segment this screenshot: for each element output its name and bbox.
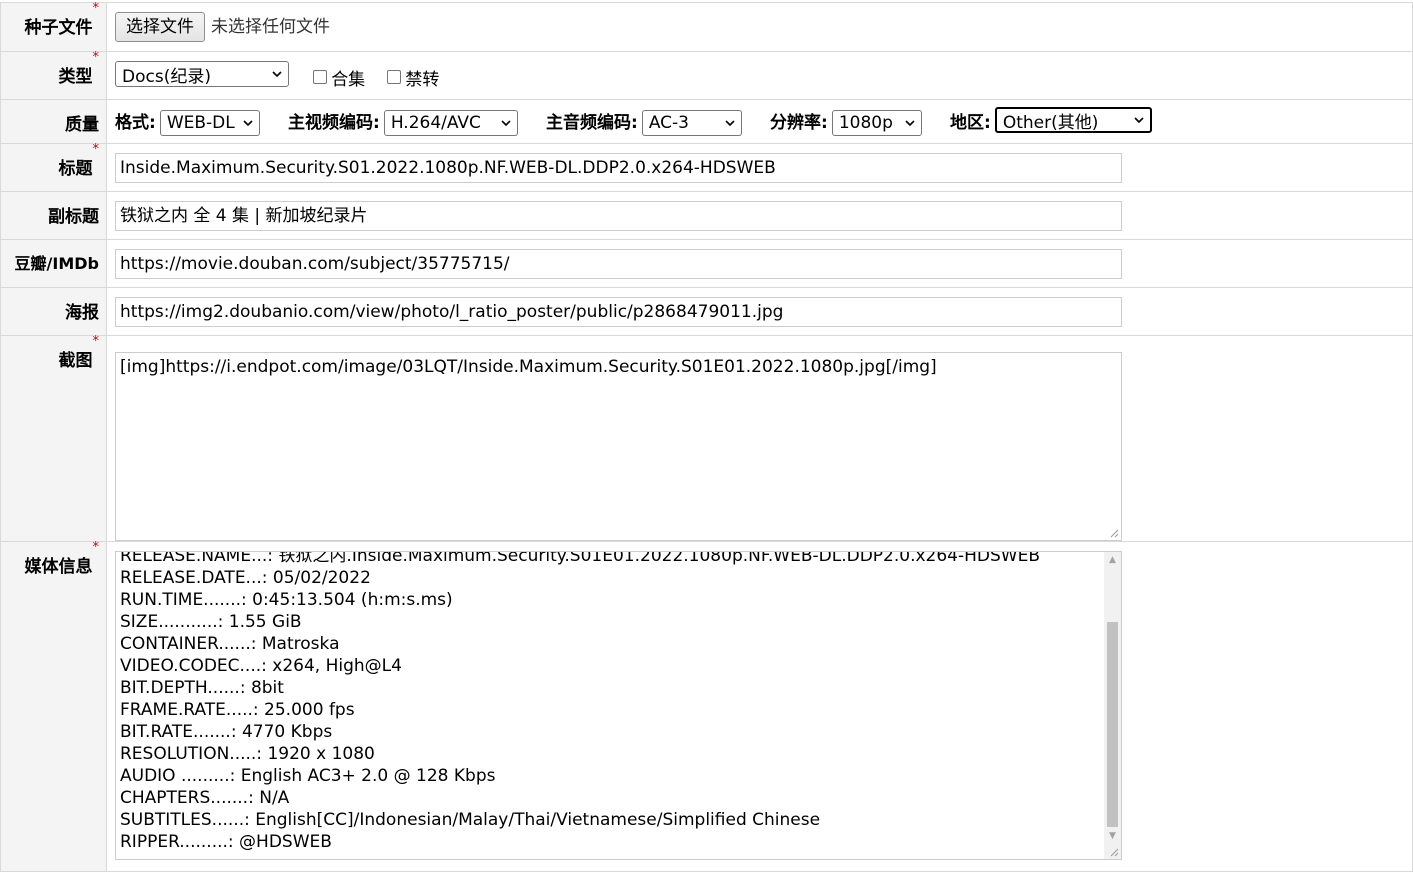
mediainfo-line: RIPPER.........: @HDSWEB — [120, 832, 332, 852]
scroll-up-arrow-icon[interactable]: ▲ — [1104, 552, 1121, 569]
resize-grip-icon[interactable] — [1109, 528, 1119, 538]
subtitle-label-cell: 副标题 — [0, 191, 107, 240]
mediainfo-label-cell: 媒体信息 * — [0, 540, 107, 872]
screenshots-label: 截图 — [58, 351, 93, 371]
required-mark: * — [92, 142, 100, 157]
required-mark: * — [92, 1, 100, 16]
title-label: 标题 — [58, 159, 93, 179]
required-mark: * — [92, 540, 100, 555]
upload-form: 种子文件 * 选择文件 未选择任何文件 类型 * Docs(纪录) 合集 禁转 质量 … — [0, 1, 1413, 872]
subtitle-label: 副标题 — [48, 207, 99, 227]
resolution-select-value: 1080p — [838, 112, 893, 133]
video-codec-select[interactable]: H.264/AVC — [383, 109, 518, 136]
chevron-down-icon — [905, 120, 915, 126]
mediainfo-line: SUBTITLES......: English[CC]/Indonesian/… — [120, 810, 821, 830]
imdb-row: 豆瓣/IMDb https://movie.douban.com/subject… — [0, 239, 1413, 288]
format-select-value: WEB-DL — [166, 112, 235, 133]
screenshots-textarea-content: [img]https://i.endpot.com/image/03LQT/In… — [120, 357, 937, 377]
chevron-down-icon — [1134, 117, 1144, 124]
imdb-label-cell: 豆瓣/IMDb — [0, 239, 107, 288]
mediainfo-row: 媒体信息 * RELEASE.NAME...: 铁狱之内.Inside.Maxim… — [0, 540, 1413, 872]
audio-codec-select-value: AC-3 — [648, 112, 689, 133]
imdb-url-input[interactable]: https://movie.douban.com/subject/3577571… — [115, 248, 1122, 279]
scroll-down-arrow-icon[interactable]: ▼ — [1104, 828, 1121, 845]
region-select[interactable]: Other(其他) — [994, 107, 1152, 134]
mediainfo-label: 媒体信息 — [24, 557, 93, 577]
chevron-down-icon — [501, 120, 511, 126]
torrent-label-cell: 种子文件 * — [0, 1, 107, 52]
poster-row: 海报 https://img2.doubanio.com/view/photo/… — [0, 287, 1413, 336]
torrent-field: 选择文件 未选择任何文件 — [106, 2, 1413, 52]
chevron-down-icon — [725, 120, 735, 126]
torrent-label: 种子文件 — [24, 18, 93, 38]
poster-label-cell: 海报 — [0, 287, 107, 336]
mediainfo-line: VIDEO.CODEC....: x264, High@L4 — [120, 656, 402, 676]
mediainfo-line: CONTAINER......: Matroska — [120, 634, 340, 654]
quality-field: 格式: WEB-DL 主视频编码: H.264/AVC 主音频编码: AC-3 分辨率… — [106, 99, 1413, 144]
mediainfo-line: BIT.RATE.......: 4770 Kbps — [120, 722, 333, 742]
mediainfo-line: RUN.TIME.......: 0:45:13.504 (h:m:s.ms) — [120, 590, 453, 610]
mediainfo-content: RELEASE.NAME...: 铁狱之内.Inside.Maximum.Sec… — [120, 551, 1099, 853]
screenshots-field: [img]https://i.endpot.com/image/03LQT/In… — [106, 335, 1413, 542]
no-reprint-checkbox-label: 禁转 — [405, 69, 440, 90]
mediainfo-line: RELEASE.DATE...: 05/02/2022 — [120, 568, 371, 588]
mediainfo-line: SIZE...........: 1.55 GiB — [120, 612, 302, 632]
quality-label-cell: 质量 — [0, 99, 107, 144]
type-label-cell: 类型 * — [0, 50, 107, 100]
resolution-label: 分辨率: — [770, 112, 828, 133]
title-field: Inside.Maximum.Security.S01.2022.1080p.N… — [106, 143, 1413, 192]
resolution-select[interactable]: 1080p — [831, 109, 922, 136]
mediainfo-textarea[interactable]: RELEASE.NAME...: 铁狱之内.Inside.Maximum.Sec… — [115, 551, 1122, 860]
type-label: 类型 — [58, 67, 93, 87]
quality-label: 质量 — [65, 115, 99, 135]
format-label: 格式: — [115, 112, 156, 133]
poster-url-input[interactable]: https://img2.doubanio.com/view/photo/l_r… — [115, 296, 1122, 327]
type-select-value: Docs(纪录) — [122, 66, 211, 87]
mediainfo-line: RELEASE.NAME...: 铁狱之内.Inside.Maximum.Sec… — [120, 551, 1041, 566]
collection-checkbox[interactable] — [313, 70, 328, 85]
torrent-row: 种子文件 * 选择文件 未选择任何文件 — [0, 1, 1413, 52]
mediainfo-line: AUDIO .........: English AC3+ 2.0 @ 128 … — [120, 766, 496, 786]
screenshots-textarea[interactable]: [img]https://i.endpot.com/image/03LQT/In… — [115, 352, 1122, 541]
chevron-down-icon — [243, 120, 253, 126]
format-select[interactable]: WEB-DL — [159, 109, 260, 136]
type-select[interactable]: Docs(纪录) — [115, 61, 289, 88]
mediainfo-line: RESOLUTION.....: 1920 x 1080 — [120, 744, 375, 764]
region-select-value: Other(其他) — [1002, 112, 1099, 133]
resize-grip-icon[interactable] — [1109, 847, 1119, 857]
poster-label: 海报 — [65, 303, 99, 323]
subtitle-input[interactable]: 铁狱之内 全 4 集 | 新加坡纪录片 — [115, 200, 1122, 231]
title-input[interactable]: Inside.Maximum.Security.S01.2022.1080p.N… — [115, 152, 1122, 183]
subtitle-field: 铁狱之内 全 4 集 | 新加坡纪录片 — [106, 191, 1413, 240]
choose-file-button[interactable]: 选择文件 — [115, 12, 205, 42]
chevron-down-icon — [272, 71, 282, 78]
audio-codec-select[interactable]: AC-3 — [641, 109, 742, 136]
mediainfo-field: RELEASE.NAME...: 铁狱之内.Inside.Maximum.Sec… — [106, 541, 1413, 872]
imdb-field: https://movie.douban.com/subject/3577571… — [106, 239, 1413, 288]
mediainfo-line: CHAPTERS.......: N/A — [120, 788, 290, 808]
video-codec-select-value: H.264/AVC — [390, 112, 481, 133]
title-row: 标题 * Inside.Maximum.Security.S01.2022.108… — [0, 142, 1413, 192]
title-label-cell: 标题 * — [0, 142, 107, 192]
region-label: 地区: — [950, 112, 991, 133]
type-row: 类型 * Docs(纪录) 合集 禁转 — [0, 50, 1413, 100]
scrollbar-thumb[interactable] — [1107, 622, 1118, 827]
screenshots-row: 截图 * [img]https://i.endpot.com/image/03LQ… — [0, 334, 1413, 542]
no-file-status: 未选择任何文件 — [211, 17, 330, 37]
type-field: Docs(纪录) 合集 禁转 — [106, 51, 1413, 100]
poster-field: https://img2.doubanio.com/view/photo/l_r… — [106, 287, 1413, 336]
mediainfo-scrollbar[interactable]: ▲ ▼ — [1104, 552, 1121, 859]
collection-checkbox-label: 合集 — [331, 69, 366, 90]
audio-codec-label: 主音频编码: — [546, 112, 638, 133]
required-mark: * — [92, 334, 100, 349]
quality-row: 质量 格式: WEB-DL 主视频编码: H.264/AVC 主音频编码: AC-3 … — [0, 99, 1413, 144]
video-codec-label: 主视频编码: — [288, 112, 380, 133]
subtitle-row: 副标题 铁狱之内 全 4 集 | 新加坡纪录片 — [0, 191, 1413, 240]
screenshots-label-cell: 截图 * — [0, 334, 107, 542]
mediainfo-line: FRAME.RATE.....: 25.000 fps — [120, 700, 355, 720]
required-mark: * — [92, 50, 100, 65]
no-reprint-checkbox[interactable] — [387, 70, 402, 85]
mediainfo-line: BIT.DEPTH......: 8bit — [120, 678, 284, 698]
imdb-label: 豆瓣/IMDb — [14, 254, 99, 273]
